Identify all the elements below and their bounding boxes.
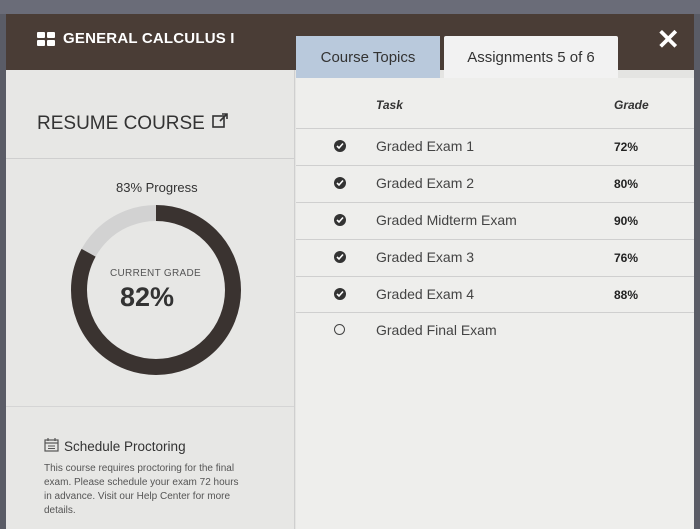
schedule-proctoring-link[interactable]: Schedule Proctoring [44, 438, 186, 455]
divider [6, 158, 294, 159]
assignments-panel: Task Grade Graded Exam 1 72% Graded Exam… [296, 78, 694, 529]
close-button[interactable]: ✕ [657, 26, 680, 54]
empty-circle-icon [334, 324, 345, 335]
table-row[interactable]: Graded Exam 3 76% [296, 239, 694, 276]
check-circle-icon [334, 288, 346, 300]
course-title: GENERAL CALCULUS I [37, 30, 235, 47]
task-grade: 80% [614, 177, 639, 191]
progress-label: 83% Progress [116, 180, 198, 195]
current-grade-label: CURRENT GRADE [110, 268, 201, 279]
course-title-text: GENERAL CALCULUS I [63, 30, 235, 47]
external-link-icon [211, 112, 229, 136]
task-grade: 72% [614, 140, 639, 154]
tab-assignments[interactable]: Assignments 5 of 6 [444, 36, 618, 78]
column-header-task: Task [376, 98, 403, 112]
task-name: Graded Exam 1 [376, 138, 475, 154]
course-modal: GENERAL CALCULUS I ✕ Course Topics Assig… [6, 14, 694, 529]
calendar-icon [44, 438, 59, 455]
task-grade: 88% [614, 288, 639, 302]
tab-course-topics[interactable]: Course Topics [296, 36, 440, 78]
table-row[interactable]: Graded Exam 2 80% [296, 165, 694, 202]
background-strip [0, 0, 700, 14]
check-circle-icon [334, 251, 346, 263]
table-row[interactable]: Graded Exam 1 72% [296, 128, 694, 165]
column-header-grade: Grade [614, 98, 649, 112]
resume-course-label: RESUME COURSE [37, 113, 205, 134]
schedule-proctoring-text: This course requires proctoring for the … [44, 463, 239, 516]
task-name: Graded Exam 2 [376, 175, 475, 191]
check-circle-icon [334, 177, 346, 189]
task-name: Graded Midterm Exam [376, 212, 517, 228]
table-row[interactable]: Graded Exam 4 88% [296, 276, 694, 313]
table-row[interactable]: Graded Final Exam [296, 312, 694, 349]
task-grade: 90% [614, 214, 639, 228]
table-row[interactable]: Graded Midterm Exam 90% [296, 202, 694, 239]
task-name: Graded Final Exam [376, 322, 497, 338]
task-grade: 76% [614, 251, 639, 265]
check-circle-icon [334, 214, 346, 226]
schedule-proctoring-title: Schedule Proctoring [64, 439, 186, 454]
check-circle-icon [334, 140, 346, 152]
current-grade-value: 82% [120, 282, 175, 312]
task-name: Graded Exam 3 [376, 249, 475, 265]
grid-icon [37, 31, 55, 46]
resume-course-link[interactable]: RESUME COURSE [37, 112, 229, 136]
left-panel: RESUME COURSE 83% Progress CURRENT GRADE… [6, 70, 295, 529]
task-name: Graded Exam 4 [376, 286, 475, 302]
divider [6, 406, 294, 407]
